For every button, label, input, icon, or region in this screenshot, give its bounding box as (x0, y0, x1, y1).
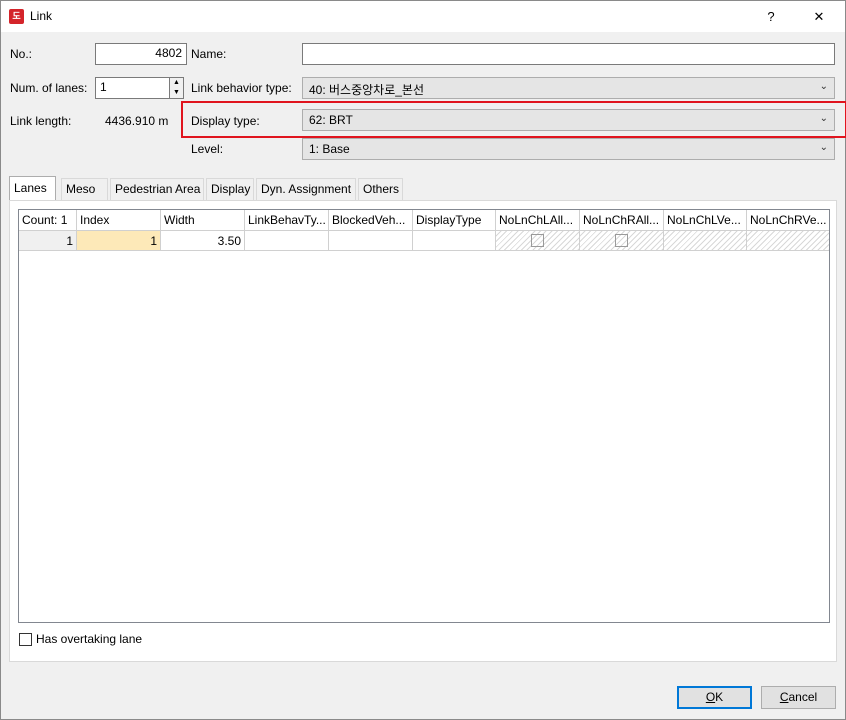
row-count-cell[interactable]: 1 (19, 231, 77, 251)
behavior-value: 40: 버스중앙차로_본선 (309, 83, 425, 97)
lanes-label: Num. of lanes: (10, 81, 88, 95)
no-ln-ch-l-ve-cell (664, 231, 747, 251)
tab-others[interactable]: Others (358, 178, 403, 200)
header-no-ln-ch-r-all[interactable]: NoLnChRAll... (580, 210, 664, 231)
title-bar: 도 Link ? ✕ (1, 1, 845, 32)
length-value: 4436.910 m (105, 114, 169, 128)
close-button[interactable]: ✕ (797, 1, 841, 32)
header-link-behav-type[interactable]: LinkBehavTy... (245, 210, 329, 231)
checkbox-disabled (614, 234, 628, 247)
behavior-select[interactable]: 40: 버스중앙차로_본선 ⌄ (302, 77, 835, 99)
header-no-ln-ch-l-all[interactable]: NoLnChLAll... (496, 210, 580, 231)
level-select[interactable]: 1: Base ⌄ (302, 138, 835, 160)
header-blocked-veh[interactable]: BlockedVeh... (329, 210, 413, 231)
link-behav-cell[interactable] (245, 231, 329, 251)
lanes-stepper[interactable]: ▲ ▼ (170, 77, 184, 99)
level-label: Level: (191, 142, 224, 156)
no-field[interactable]: 4802 (95, 43, 187, 65)
name-field[interactable] (302, 43, 835, 65)
tab-lanes[interactable]: Lanes (9, 176, 56, 200)
chevron-down-icon: ⌄ (819, 81, 828, 92)
header-count[interactable]: Count: 1 (19, 210, 77, 231)
cancel-button[interactable]: Cancel (761, 686, 836, 709)
app-icon: 도 (9, 9, 24, 24)
name-label: Name: (191, 47, 227, 61)
lanes-field[interactable]: 1 (95, 77, 170, 99)
link-dialog: 도 Link ? ✕ No.: 4802 Name: Num. of lanes… (0, 0, 846, 720)
no-ln-ch-r-all-cell (580, 231, 664, 251)
display-type-cell[interactable] (413, 231, 496, 251)
no-ln-ch-r-ve-cell (747, 231, 829, 251)
no-ln-ch-l-all-cell (496, 231, 580, 251)
header-no-ln-ch-l-ve[interactable]: NoLnChLVe... (664, 210, 747, 231)
help-button[interactable]: ? (749, 1, 793, 32)
ok-button[interactable]: OK (677, 686, 752, 709)
spin-up-icon[interactable]: ▲ (170, 78, 183, 88)
tab-dyn-assignment[interactable]: Dyn. Assignment (256, 178, 356, 200)
tab-display[interactable]: Display (206, 178, 254, 200)
length-label: Link length: (10, 114, 72, 128)
width-cell[interactable]: 3.50 (161, 231, 245, 251)
no-label: No.: (10, 47, 33, 61)
header-index[interactable]: Index (77, 210, 161, 231)
highlight-box (181, 101, 846, 138)
behavior-label: Link behavior type: (191, 81, 292, 95)
tab-pedestrian-area[interactable]: Pedestrian Area (110, 178, 204, 200)
header-display-type[interactable]: DisplayType (413, 210, 496, 231)
checkbox-disabled (530, 234, 544, 247)
checkbox-box[interactable] (19, 633, 32, 646)
index-cell[interactable]: 1 (77, 231, 161, 251)
has-overtaking-lane-label: Has overtaking lane (36, 632, 143, 646)
spin-down-icon[interactable]: ▼ (170, 88, 183, 98)
lanes-grid: Count: 1 Index Width LinkBehavTy... Bloc… (18, 209, 830, 623)
lanes-panel: Count: 1 Index Width LinkBehavTy... Bloc… (9, 200, 837, 662)
blocked-veh-cell[interactable] (329, 231, 413, 251)
header-width[interactable]: Width (161, 210, 245, 231)
header-no-ln-ch-r-ve[interactable]: NoLnChRVe... (747, 210, 829, 231)
level-value: 1: Base (309, 142, 350, 156)
chevron-down-icon: ⌄ (819, 142, 828, 153)
window-title: Link (30, 9, 53, 23)
tab-meso[interactable]: Meso (61, 178, 108, 200)
